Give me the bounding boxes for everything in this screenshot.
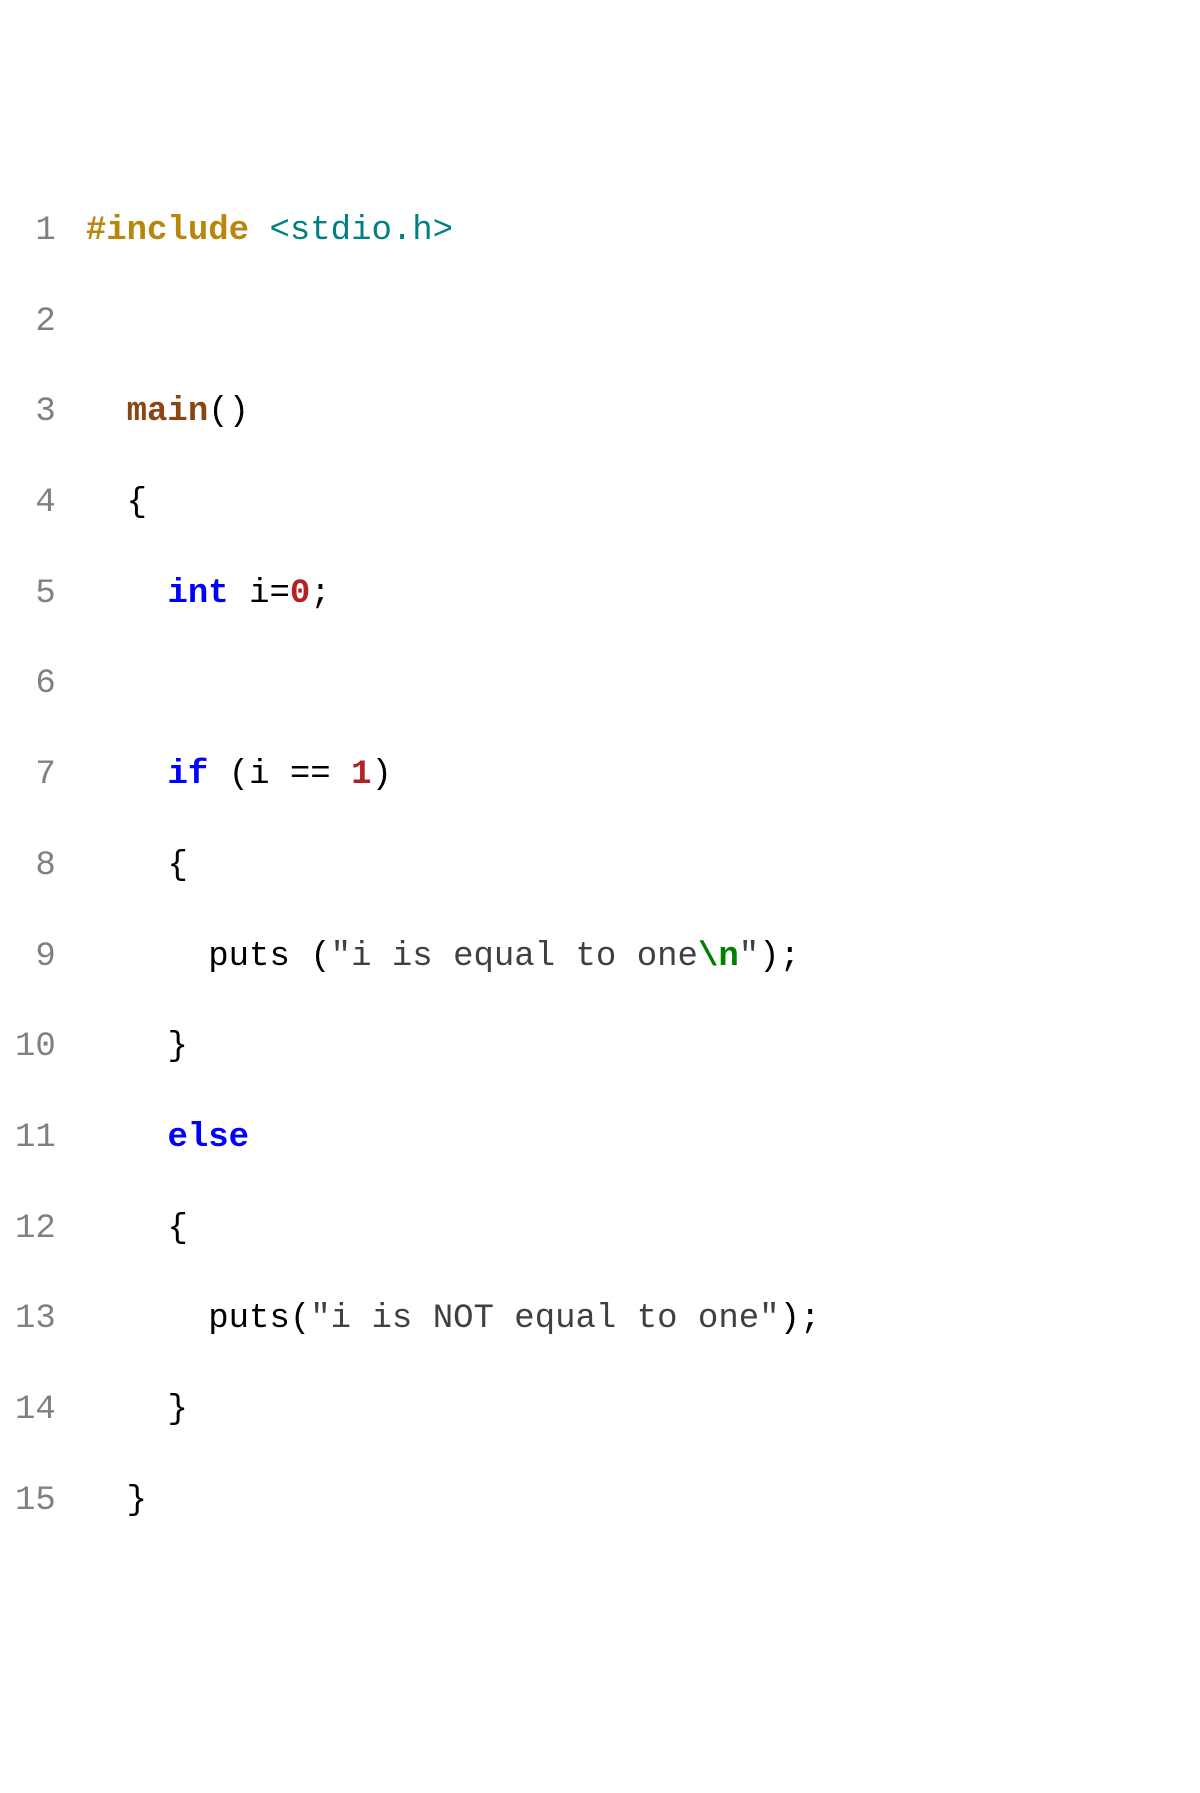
space — [249, 212, 269, 250]
number-literal: 0 — [290, 575, 310, 613]
keyword-else: else — [167, 1119, 249, 1157]
brace-close: } — [167, 1028, 187, 1066]
string-literal: i is NOT equal to one — [331, 1300, 759, 1338]
brace-open: { — [167, 847, 187, 885]
indent — [86, 938, 208, 976]
paren-open: ( — [310, 938, 330, 976]
semicolon: ; — [310, 575, 330, 613]
line-number: 9 — [15, 931, 56, 984]
line-number: 14 — [15, 1384, 56, 1437]
code-line[interactable] — [86, 658, 821, 711]
number-literal: 1 — [351, 756, 371, 794]
escape-sequence: \n — [698, 938, 739, 976]
code-line[interactable]: { — [86, 840, 821, 893]
line-number: 5 — [15, 568, 56, 621]
string-literal: i is equal to one — [351, 938, 698, 976]
code-line[interactable]: int i=0; — [86, 568, 821, 621]
code-line[interactable]: else — [86, 1112, 821, 1165]
indent — [86, 847, 168, 885]
line-number: 2 — [15, 296, 56, 349]
identifier: i — [249, 575, 269, 613]
indent — [86, 393, 127, 431]
indent — [86, 1482, 127, 1520]
line-number: 12 — [15, 1203, 56, 1256]
paren-open: ( — [290, 1300, 310, 1338]
indent — [86, 484, 127, 522]
line-number-gutter: 1 2 3 4 5 6 7 8 9 10 11 12 13 14 15 — [0, 167, 86, 1603]
line-number: 11 — [15, 1112, 56, 1165]
semicolon: ; — [780, 938, 800, 976]
function-call: puts — [208, 1300, 290, 1338]
line-number: 6 — [15, 658, 56, 711]
semicolon: ; — [800, 1300, 820, 1338]
line-number: 13 — [15, 1293, 56, 1346]
preprocessor-directive: #include — [86, 212, 249, 250]
space — [208, 756, 228, 794]
line-number: 10 — [15, 1021, 56, 1074]
code-line[interactable]: puts ("i is equal to one\n"); — [86, 931, 821, 984]
space — [229, 575, 249, 613]
function-call: puts — [208, 938, 290, 976]
string-quote: " — [331, 938, 351, 976]
code-line[interactable]: if (i == 1) — [86, 749, 821, 802]
identifier: i — [249, 756, 269, 794]
indent — [86, 756, 168, 794]
keyword-int: int — [167, 575, 228, 613]
code-line[interactable]: } — [86, 1384, 821, 1437]
space — [331, 756, 351, 794]
code-line[interactable]: puts("i is NOT equal to one"); — [86, 1293, 821, 1346]
paren-open: ( — [229, 756, 249, 794]
code-line[interactable]: } — [86, 1021, 821, 1074]
paren-close: ) — [780, 1300, 800, 1338]
code-line[interactable]: #include <stdio.h> — [86, 205, 821, 258]
string-quote: " — [759, 1300, 779, 1338]
include-header: <stdio.h> — [269, 212, 453, 250]
indent — [86, 1391, 168, 1429]
operator-eq: = — [269, 575, 289, 613]
code-line[interactable] — [86, 296, 821, 349]
code-area[interactable]: #include <stdio.h> main() { int i=0; if … — [86, 167, 821, 1603]
string-quote: " — [310, 1300, 330, 1338]
indent — [86, 1300, 208, 1338]
code-line[interactable]: main() — [86, 386, 821, 439]
indent — [86, 1210, 168, 1248]
operator-eqeq: == — [290, 756, 331, 794]
keyword-if: if — [167, 756, 208, 794]
indent — [86, 1119, 168, 1157]
indent — [86, 575, 168, 613]
line-number: 7 — [15, 749, 56, 802]
line-number: 3 — [15, 386, 56, 439]
code-line[interactable]: } — [86, 1475, 821, 1528]
paren-close: ) — [759, 938, 779, 976]
line-number: 1 — [15, 205, 56, 258]
brace-close: } — [127, 1482, 147, 1520]
space — [290, 938, 310, 976]
brace-open: { — [127, 484, 147, 522]
code-editor[interactable]: 1 2 3 4 5 6 7 8 9 10 11 12 13 14 15 #inc… — [0, 167, 1200, 1603]
space — [269, 756, 289, 794]
brace-close: } — [167, 1391, 187, 1429]
indent — [86, 1028, 168, 1066]
line-number: 4 — [15, 477, 56, 530]
line-number: 15 — [15, 1475, 56, 1528]
function-name: main — [127, 393, 209, 431]
string-quote: " — [739, 938, 759, 976]
code-line[interactable]: { — [86, 477, 821, 530]
parentheses: () — [208, 393, 249, 431]
brace-open: { — [167, 1210, 187, 1248]
code-line[interactable]: { — [86, 1203, 821, 1256]
line-number: 8 — [15, 840, 56, 893]
paren-close: ) — [372, 756, 392, 794]
